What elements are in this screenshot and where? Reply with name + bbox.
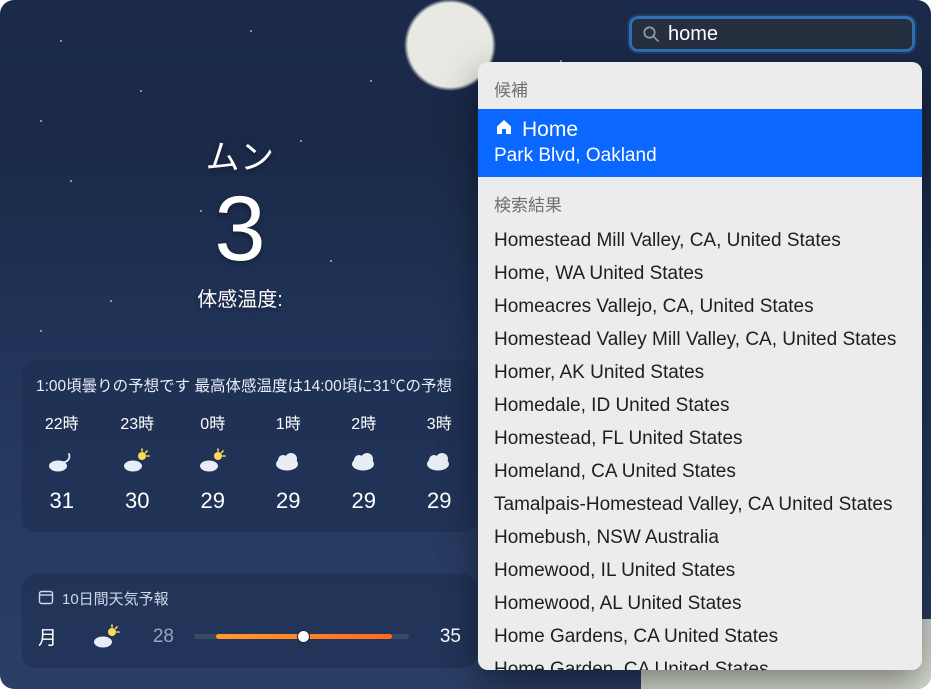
daily-forecast-row: 月 28 35	[38, 623, 461, 650]
weather-icon	[47, 448, 77, 474]
search-result-item[interactable]: Tamalpais-Homestead Valley, CA United St…	[478, 488, 922, 521]
hour-column: 23時 30	[114, 410, 162, 514]
search-result-item[interactable]: Homedale, ID United States	[478, 389, 922, 422]
feels-like-label: 体感温度:	[0, 283, 480, 312]
search-result-item[interactable]: Homestead Valley Mill Valley, CA, United…	[478, 323, 922, 356]
candidate-subtitle: Park Blvd, Oakland	[494, 145, 906, 167]
daily-high-temp: 35	[429, 626, 461, 648]
hour-column: 3時 29	[416, 410, 464, 514]
candidate-title: Home	[522, 118, 578, 142]
search-candidate-home[interactable]: Home Park Blvd, Oakland	[478, 109, 922, 177]
weather-icon	[198, 448, 228, 474]
weather-icon	[273, 448, 303, 474]
search-result-item[interactable]: Homer, AK United States	[478, 356, 922, 389]
hour-time: 3時	[427, 410, 452, 434]
hour-time: 1時	[276, 410, 301, 434]
hour-temperature: 29	[201, 488, 225, 514]
search-result-item[interactable]: Homewood, IL United States	[478, 554, 922, 587]
search-result-item[interactable]: Homeacres Vallejo, CA, United States	[478, 290, 922, 323]
search-icon	[642, 25, 660, 43]
weather-icon	[92, 624, 122, 650]
search-result-item[interactable]: Homeland, CA United States	[478, 455, 922, 488]
daily-low-temp: 28	[142, 626, 174, 648]
weather-icon	[349, 448, 379, 474]
hour-time: 2時	[351, 410, 376, 434]
hour-temperature: 29	[352, 488, 376, 514]
search-result-item[interactable]: Home, WA United States	[478, 257, 922, 290]
hour-temperature: 29	[427, 488, 451, 514]
hour-temperature: 30	[125, 488, 149, 514]
weather-icon	[122, 448, 152, 474]
weather-app-window: ムン 3 体感温度: 1:00頃曇りの予想です 最高体感温度は14:00頃に31…	[0, 0, 931, 689]
search-result-item[interactable]: Homewood, AL United States	[478, 587, 922, 620]
current-city: ムン	[0, 130, 480, 179]
hour-time: 22時	[45, 410, 79, 434]
hour-column: 1時 29	[265, 410, 313, 514]
daily-temp-range-bar	[194, 634, 409, 639]
search-result-item[interactable]: Home Garden, CA United States	[478, 653, 922, 670]
hour-column: 22時 31	[38, 410, 86, 514]
daily-day-label: 月	[38, 623, 72, 650]
hourly-forecast-card: 1:00頃曇りの予想です 最高体感温度は14:00頃に31℃の予想 22時 31…	[22, 360, 477, 532]
results-section-label: 検索結果	[478, 177, 922, 224]
candidates-section-label: 候補	[478, 62, 922, 109]
search-result-item[interactable]: Homestead, FL United States	[478, 422, 922, 455]
hour-temperature: 31	[50, 488, 74, 514]
current-temperature: 3	[0, 183, 480, 275]
location-search-field[interactable]: ✕	[629, 16, 915, 52]
current-weather-hero: ムン 3 体感温度:	[0, 130, 480, 312]
home-icon	[494, 117, 514, 143]
search-result-item[interactable]: Homestead Mill Valley, CA, United States	[478, 224, 922, 257]
hour-time: 0時	[200, 410, 225, 434]
calendar-icon	[38, 589, 54, 609]
hourly-summary: 1:00頃曇りの予想です 最高体感温度は14:00頃に31℃の予想	[36, 374, 463, 396]
daily-forecast-card: 10日間天気予報 月 28 35	[22, 574, 477, 668]
search-input[interactable]	[660, 23, 931, 46]
search-results-dropdown: 候補 Home Park Blvd, Oakland 検索結果 Homestea…	[478, 62, 922, 670]
search-result-item[interactable]: Home Gardens, CA United States	[478, 620, 922, 653]
daily-forecast-title: 10日間天気予報	[62, 588, 169, 609]
hour-time: 23時	[120, 410, 154, 434]
hour-column: 2時 29	[340, 410, 388, 514]
search-result-item[interactable]: Homebush, NSW Australia	[478, 521, 922, 554]
hour-column: 0時 29	[189, 410, 237, 514]
hour-temperature: 29	[276, 488, 300, 514]
weather-icon	[424, 448, 454, 474]
